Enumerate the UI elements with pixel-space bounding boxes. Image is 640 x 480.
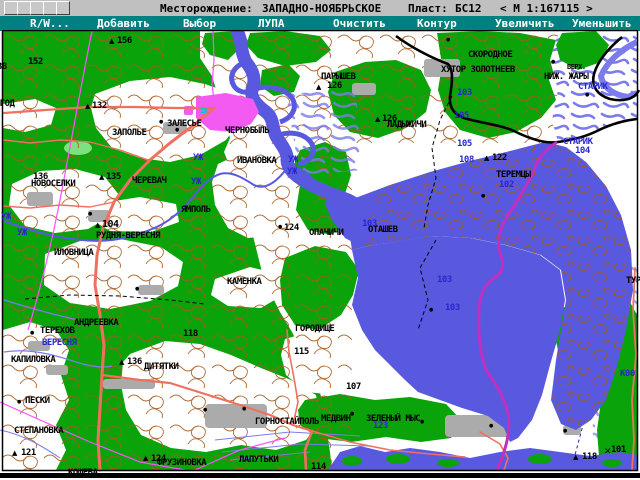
map-viewport[interactable]: 156152138КОРОГОД132ЗАПОЛЬЕЗАЛЕСЬЕЧЕРНОБЫ… <box>0 30 640 472</box>
layer-label: Пласт: <box>408 2 448 15</box>
menu-item-rw[interactable]: R/W... <box>30 17 70 30</box>
menu-item-add[interactable]: Добавить <box>97 17 150 30</box>
toolbar-button-5[interactable] <box>56 1 70 15</box>
menu-item-contour[interactable]: Контур <box>417 17 457 30</box>
layer-value: БС12 <box>455 2 482 15</box>
deposit-value: ЗАПАДНО-НОЯБРЬСКОЕ <box>262 2 381 15</box>
scale-indicator[interactable]: < М 1:167115 > <box>500 2 593 15</box>
menu-item-zoom-out[interactable]: Уменьшить <box>572 17 632 30</box>
menu-item-select[interactable]: Выбор <box>183 17 216 30</box>
contour-texture-north <box>352 31 560 143</box>
title-bar: Месторождение: ЗАПАДНО-НОЯБРЬСКОЕ Пласт:… <box>0 0 640 17</box>
map-canvas <box>0 30 640 472</box>
deposit-label: Месторождение: <box>160 2 253 15</box>
menu-bar: R/W... Добавить Выбор ЛУПА Очистить Конт… <box>0 16 640 31</box>
bottom-status-bar <box>0 473 640 478</box>
toolbar-button-2[interactable] <box>17 1 31 15</box>
menu-item-magnifier[interactable]: ЛУПА <box>258 17 285 30</box>
toolbar-button-4[interactable] <box>43 1 57 15</box>
menu-item-zoom-in[interactable]: Увеличить <box>495 17 555 30</box>
menu-item-clear[interactable]: Очистить <box>333 17 386 30</box>
toolbar-button-1[interactable] <box>4 1 18 15</box>
gis-application-window: Месторождение: ЗАПАДНО-НОЯБРЬСКОЕ Пласт:… <box>0 0 640 480</box>
toolbar-button-3[interactable] <box>30 1 44 15</box>
